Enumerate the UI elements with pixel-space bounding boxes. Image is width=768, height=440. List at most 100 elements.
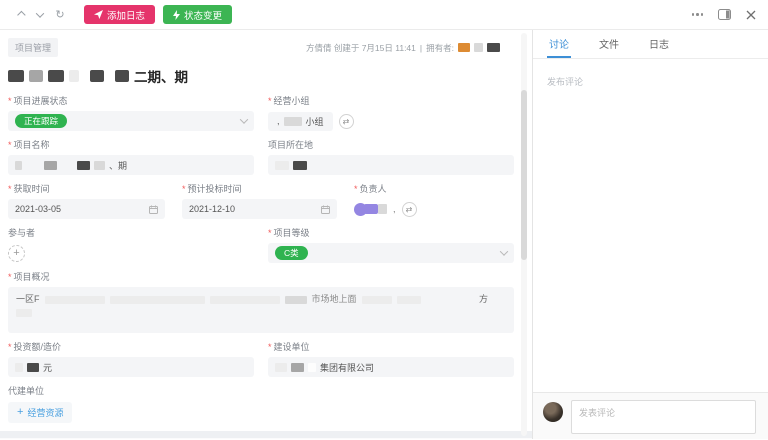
meta-separator: | bbox=[419, 42, 423, 53]
leader-avatar bbox=[354, 202, 387, 216]
redacted-title-block bbox=[90, 70, 104, 82]
add-log-button[interactable]: 添加日志 bbox=[84, 5, 156, 24]
redacted-title-block bbox=[29, 70, 43, 82]
field-label-bid-date: 预计投标时间 bbox=[182, 184, 337, 195]
tab-logs[interactable]: 日志 bbox=[647, 30, 671, 58]
status-badge: 正在跟踪 bbox=[15, 114, 68, 128]
redacted-block bbox=[308, 362, 316, 372]
redacted-title-block bbox=[69, 70, 79, 82]
field-label-leader: 负责人 bbox=[354, 184, 514, 195]
project-name-input[interactable]: 、期 bbox=[8, 155, 254, 175]
redacted-block bbox=[293, 160, 307, 170]
resource-link-label: 经营资源 bbox=[27, 408, 64, 418]
right-panel-tabs: 讨论 文件 日志 bbox=[533, 30, 768, 59]
redacted-title-block bbox=[48, 70, 64, 82]
send-icon bbox=[94, 10, 103, 19]
status-change-button[interactable]: 状态变更 bbox=[163, 5, 233, 24]
project-name-suffix: 、期 bbox=[109, 160, 128, 171]
field-label-acquire-date: 获取时间 bbox=[8, 184, 165, 195]
bid-date-value: 2021-12-10 bbox=[189, 204, 236, 214]
redacted-block bbox=[15, 160, 22, 170]
panel-toggle-icon[interactable] bbox=[718, 9, 731, 20]
chevron-down-icon bbox=[499, 247, 509, 258]
lightning-icon bbox=[173, 9, 181, 20]
field-label-investment: 投资额/造价 bbox=[8, 342, 254, 353]
redacted-block bbox=[44, 160, 57, 170]
redacted-block bbox=[291, 362, 304, 372]
plus-icon: + bbox=[17, 406, 24, 418]
field-label-overview: 项目概况 bbox=[8, 272, 514, 283]
refresh-icon[interactable]: ↻ bbox=[52, 7, 68, 23]
redacted-block bbox=[27, 362, 39, 372]
top-toolbar: ↻ 添加日志 状态变更 bbox=[0, 0, 768, 30]
field-label-name: 项目名称 bbox=[8, 140, 254, 151]
title-visible-text: 二期、期 bbox=[134, 70, 188, 85]
redacted-block bbox=[361, 295, 392, 304]
redacted-block bbox=[209, 295, 280, 304]
page-title: 二期、期 bbox=[0, 57, 532, 94]
calendar-icon bbox=[321, 205, 330, 214]
overview-frag-1: 一区F bbox=[16, 294, 40, 304]
redacted-block bbox=[44, 295, 105, 304]
grade-select[interactable]: C类 bbox=[268, 243, 514, 263]
owner-label: 拥有者: bbox=[426, 42, 454, 53]
field-label-status: 项目进展状态 bbox=[8, 96, 254, 107]
field-label-grade: 项目等级 bbox=[268, 228, 514, 239]
field-label-group: 经营小组 bbox=[268, 96, 514, 107]
builder-input[interactable]: 集团有限公司 bbox=[268, 357, 514, 377]
redacted-block bbox=[284, 295, 307, 304]
tab-files[interactable]: 文件 bbox=[597, 30, 621, 58]
tab-discussion[interactable]: 讨论 bbox=[547, 30, 571, 58]
scrollbar-thumb[interactable] bbox=[521, 90, 527, 260]
chevron-down-icon bbox=[239, 115, 249, 126]
section-divider bbox=[0, 431, 532, 438]
crm-detail-window: ↻ 添加日志 状态变更 项目管理 方倩倩 创建于 7月15日 11:41 | 拥… bbox=[0, 0, 768, 440]
bid-date-input[interactable]: 2021-12-10 bbox=[182, 199, 337, 219]
add-participant-button[interactable]: + bbox=[8, 244, 25, 262]
follow-log-section-header: 跟进日志 bbox=[0, 438, 532, 439]
redacted-owner-block bbox=[487, 43, 500, 52]
redacted-block bbox=[16, 309, 32, 317]
close-icon[interactable] bbox=[746, 10, 756, 20]
overview-frag-2: 市场地上面 bbox=[311, 294, 357, 304]
leader-suffix: , bbox=[393, 204, 396, 214]
discussion-panel: 讨论 文件 日志 发布评论 bbox=[533, 30, 768, 439]
redacted-block bbox=[378, 204, 387, 214]
redacted-owner-block bbox=[474, 43, 483, 52]
group-tag[interactable]: , 小组 bbox=[268, 111, 333, 131]
redacted-block bbox=[364, 204, 378, 214]
investment-suffix: 元 bbox=[43, 362, 53, 373]
overview-frag-3: 方 bbox=[478, 294, 488, 304]
swap-icon[interactable]: ⇄ bbox=[401, 201, 417, 217]
detail-panel: 项目管理 方倩倩 创建于 7月15日 11:41 | 拥有者: 二期、期 * 项… bbox=[0, 30, 533, 439]
status-change-label: 状态变更 bbox=[184, 10, 223, 22]
chevron-down-icon[interactable] bbox=[32, 7, 48, 23]
comment-input[interactable] bbox=[571, 400, 756, 434]
status-select[interactable]: 正在跟踪 bbox=[8, 111, 254, 131]
acquire-date-input[interactable]: 2021-03-05 bbox=[8, 199, 165, 219]
record-meta: 方倩倩 创建于 7月15日 11:41 | 拥有者: bbox=[306, 42, 500, 54]
redacted-owner-block bbox=[458, 43, 470, 52]
more-icon[interactable] bbox=[691, 9, 703, 20]
group-prefix: , bbox=[277, 116, 280, 126]
field-label-agent: 代建单位 bbox=[8, 386, 45, 396]
redacted-block bbox=[275, 362, 287, 372]
redacted-block bbox=[109, 295, 205, 304]
investment-input[interactable]: 元 bbox=[8, 357, 254, 377]
swap-icon[interactable]: ⇄ bbox=[338, 113, 354, 129]
comment-bar bbox=[533, 392, 768, 439]
overview-textarea[interactable]: 一区F 市场地上面 方 bbox=[8, 287, 514, 333]
user-avatar bbox=[543, 402, 563, 422]
add-resource-link[interactable]: + 经营资源 bbox=[8, 402, 73, 423]
creator-text: 方倩倩 创建于 7月15日 11:41 bbox=[305, 42, 416, 53]
redacted-block bbox=[275, 160, 289, 170]
builder-suffix: 集团有限公司 bbox=[320, 362, 375, 373]
calendar-icon bbox=[149, 205, 158, 214]
location-input[interactable] bbox=[268, 155, 514, 175]
group-suffix: 小组 bbox=[305, 116, 324, 127]
field-label-location: 项目所在地 bbox=[268, 140, 314, 150]
chevron-up-icon[interactable] bbox=[12, 7, 28, 23]
add-log-label: 添加日志 bbox=[107, 10, 146, 22]
publish-comment-hint: 发布评论 bbox=[547, 77, 584, 87]
redacted-title-block bbox=[115, 70, 129, 82]
